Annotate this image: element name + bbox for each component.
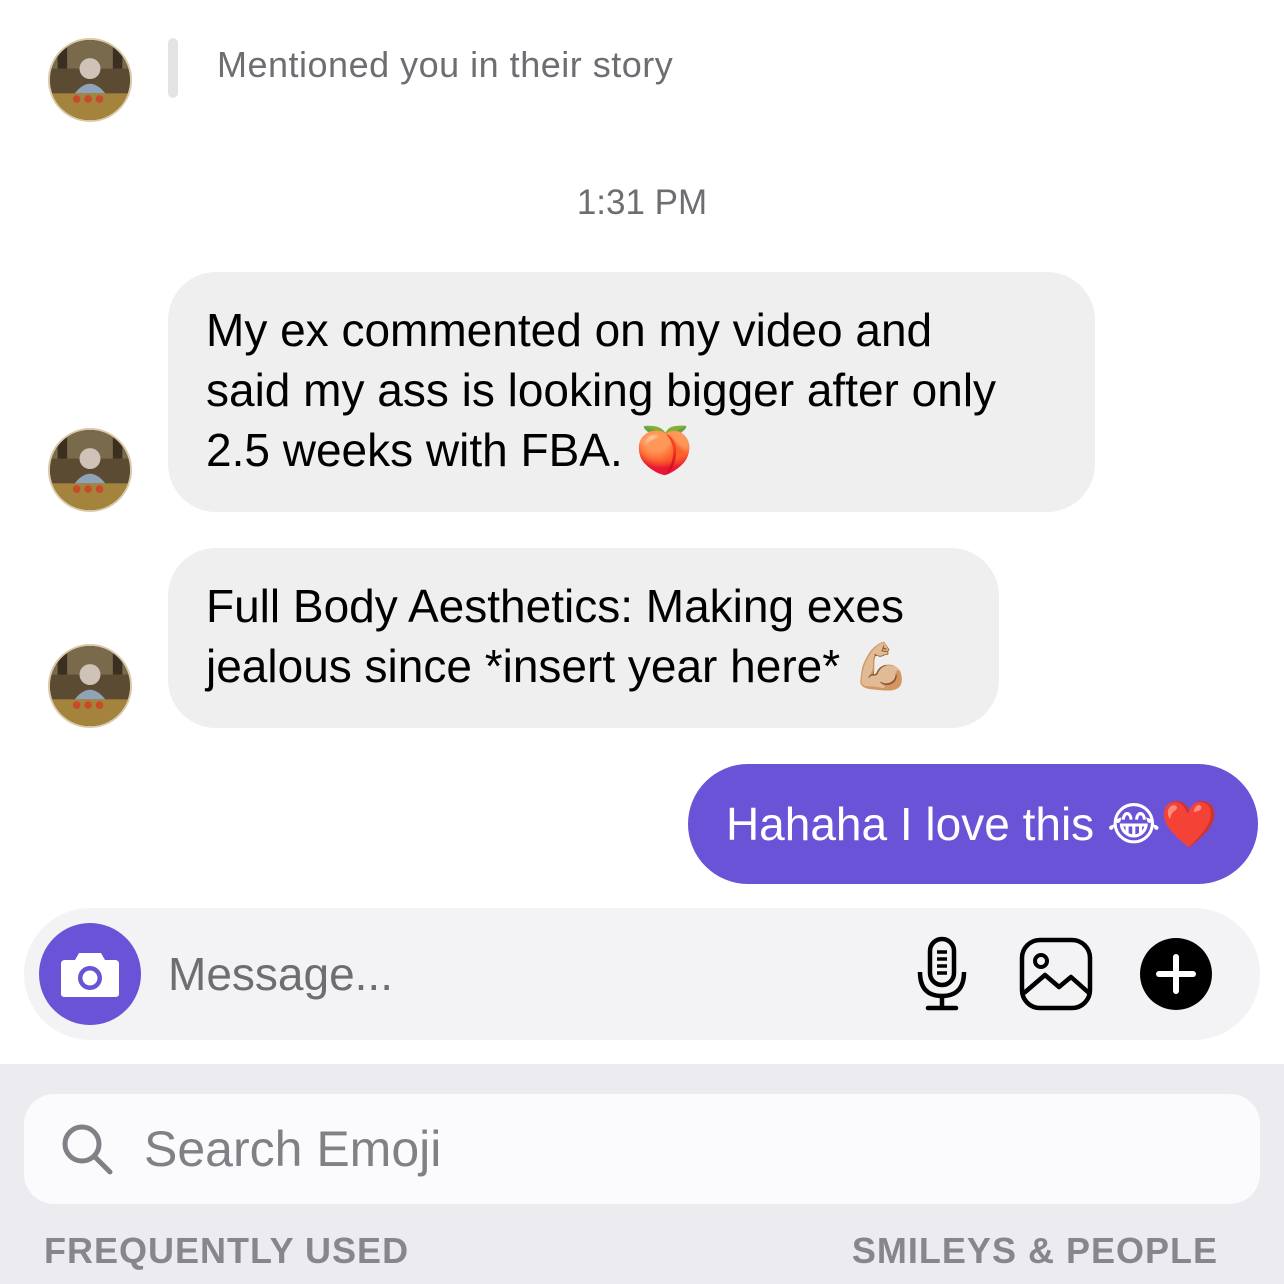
camera-icon bbox=[61, 953, 119, 997]
message-input[interactable] bbox=[168, 942, 868, 1006]
flexed-biceps-emoji: 💪🏼 bbox=[852, 639, 911, 693]
avatar[interactable] bbox=[48, 428, 132, 512]
message-line: 2.5 weeks with FBA. bbox=[206, 424, 623, 476]
camera-button[interactable] bbox=[39, 923, 141, 1025]
peach-emoji: 🍑 bbox=[635, 423, 693, 477]
avatar[interactable] bbox=[48, 38, 132, 122]
category-frequently-used[interactable]: FREQUENTLY USED bbox=[44, 1230, 409, 1272]
message-bubble-incoming[interactable]: My ex commented on my video and said my … bbox=[168, 272, 1095, 512]
microphone-button[interactable] bbox=[904, 936, 980, 1012]
message-composer bbox=[24, 908, 1260, 1040]
avatar[interactable] bbox=[48, 644, 132, 728]
microphone-icon bbox=[917, 936, 967, 1011]
add-button[interactable] bbox=[1138, 936, 1214, 1012]
gallery-button[interactable] bbox=[1018, 936, 1094, 1012]
message-line: said my ass is looking bigger after only bbox=[206, 364, 997, 416]
message-line: My ex commented on my video and bbox=[206, 304, 933, 356]
message-line: jealous since *insert year here* bbox=[206, 640, 841, 692]
story-mention-text[interactable]: Mentioned you in their story bbox=[217, 44, 673, 86]
gallery-icon bbox=[1019, 937, 1093, 1011]
message-line: Full Body Aesthetics: Making exes bbox=[206, 580, 904, 632]
message-timestamp: 1:31 PM bbox=[576, 183, 708, 222]
plus-icon bbox=[1140, 938, 1212, 1010]
emoji-search-bar[interactable] bbox=[24, 1094, 1260, 1204]
laughing-heart-emoji: 😂❤️ bbox=[1106, 797, 1218, 851]
message-bubble-incoming[interactable]: Full Body Aesthetics: Making exes jealou… bbox=[168, 548, 999, 728]
category-smileys-people[interactable]: SMILEYS & PEOPLE bbox=[852, 1230, 1218, 1272]
story-reply-bar bbox=[168, 38, 178, 98]
emoji-search-input[interactable] bbox=[144, 1116, 1224, 1182]
search-icon bbox=[62, 1124, 113, 1175]
message-text: Hahaha I love this bbox=[725, 798, 1095, 850]
emoji-keyboard: FREQUENTLY USED SMILEYS & PEOPLE bbox=[0, 1064, 1284, 1284]
message-bubble-outgoing[interactable]: Hahaha I love this 😂❤️ bbox=[687, 764, 1258, 884]
